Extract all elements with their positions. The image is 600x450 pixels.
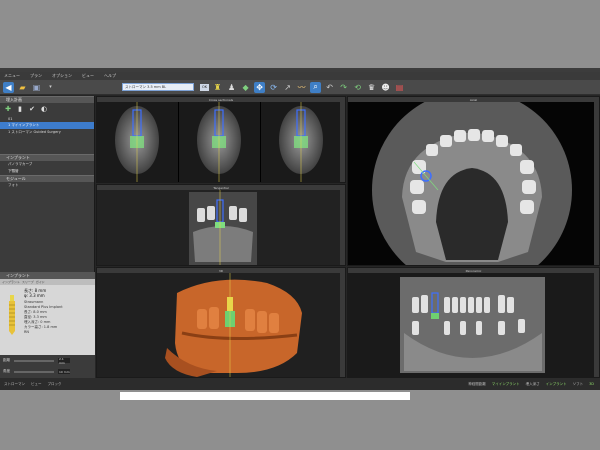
folder-icon[interactable]: ▰ [17, 82, 28, 93]
zoom-icon[interactable]: ⌕ [310, 81, 322, 93]
nerve-icon[interactable]: 〰 [296, 82, 307, 93]
tab-implant[interactable]: インプラント [2, 280, 20, 284]
implant-line-7: RN [24, 330, 30, 334]
status-right-6: 3D [589, 381, 594, 386]
abutment-icon[interactable]: ◆ [240, 82, 251, 93]
cross-section-1 [97, 102, 178, 182]
implant-line-2: Standard Plus Implant [24, 305, 63, 309]
panoramic-viewport[interactable]: Panoramic [347, 267, 600, 378]
render-scrollbar[interactable] [340, 273, 345, 377]
slider-angle-track[interactable] [14, 370, 54, 373]
dropdown-icon[interactable]: ▾ [45, 82, 56, 93]
implant-section-header[interactable]: インプラント [0, 154, 94, 161]
cross-section-scrollbar[interactable] [340, 102, 345, 182]
tab-guide[interactable]: ガイド [36, 280, 45, 284]
implant-thumbnail-icon [9, 295, 15, 335]
redo-icon[interactable]: ↷ [338, 82, 349, 93]
module-section-header[interactable]: モジュール [0, 175, 94, 182]
tangential-scrollbar[interactable] [340, 190, 345, 265]
render-image [97, 273, 342, 377]
slider-distance-track[interactable] [14, 359, 54, 362]
tab-sleeve[interactable]: スリーブ [22, 280, 34, 284]
properties-panel: インプラント インプラント スリーブ ガイド 長さ: 8 mm φ: 3.3 m… [0, 272, 95, 378]
plan-section-header[interactable]: 埋入計画 [0, 96, 94, 103]
sleeve-tool-icon[interactable]: ♟ [226, 82, 237, 93]
cross-section-3 [261, 102, 342, 182]
axial-viewport[interactable]: Axial [347, 96, 600, 266]
check-icon[interactable]: ✔ [28, 105, 36, 113]
tree-item-panorama[interactable]: パノラマカーブ [0, 161, 94, 168]
procedure-ok-button[interactable]: OK [200, 83, 210, 91]
refresh-icon[interactable]: ⟲ [352, 82, 363, 93]
cross-section-viewport[interactable]: Cross sectionals [96, 96, 346, 183]
status-right-3: 埋入深さ [525, 381, 540, 386]
status-right-5: ソフト [572, 381, 584, 386]
implant-diameter: φ: 3.3 mm [24, 293, 45, 298]
status-right-4: インプラント [545, 381, 567, 386]
move-icon[interactable]: ✥ [254, 81, 266, 93]
add-implant-icon[interactable]: ✚ [4, 105, 12, 113]
properties-body: 長さ: 8 mm φ: 3.3 mm Straumann Standard Pl… [0, 285, 95, 355]
tree-root[interactable]: 01 [0, 115, 94, 122]
person-icon[interactable]: ☻ [380, 82, 391, 93]
axial-image [348, 102, 596, 265]
tree-item-my-implant[interactable]: 1 マイインプラント [0, 122, 94, 129]
slider-angle-value[interactable]: 10 mm [58, 369, 70, 374]
status-left-1: ストローマン [4, 381, 25, 386]
slider-panel: 距離 2.1 mm 角度 10 mm [0, 355, 95, 378]
menu-item-plan[interactable]: プラン [30, 73, 42, 79]
menu-item-view[interactable]: ビュー [82, 73, 94, 79]
app-window: メニュー プラン オプション ビュー ヘルプ ◀ ▰ ▣ ▾ ストローマン 3.… [0, 68, 600, 390]
tangential-viewport[interactable]: Tangential [96, 184, 346, 266]
implant-tool-icon[interactable]: ♜ [212, 82, 223, 93]
implant-line-1: Straumann [24, 300, 44, 304]
slider-distance-label: 距離 [3, 358, 10, 362]
procedure-select-value: ストローマン 3.5 mm BL [125, 84, 167, 89]
panoramic-image [348, 273, 596, 377]
cross-section-2 [179, 102, 260, 182]
procedure-select[interactable]: ストローマン 3.5 mm BL [122, 83, 194, 91]
left-panel: 埋入計画 ✚ ▮ ✔ ◐ 01 1 マイインプラント 1 ストローマン Guid… [0, 96, 95, 378]
rotate-icon[interactable]: ⟳ [268, 82, 279, 93]
status-left-2: ビュー [31, 381, 42, 386]
status-left-3: ブロック [47, 381, 62, 386]
plan-tools: ✚ ▮ ✔ ◐ [0, 103, 94, 115]
cross-section-images [97, 102, 342, 182]
tangential-image [97, 190, 342, 265]
slider-angle: 角度 10 mm [0, 366, 95, 377]
slider-distance: 距離 2.1 mm [0, 355, 95, 366]
tooth-icon[interactable]: ♛ [366, 82, 377, 93]
status-right-1: 神経間距離 [468, 381, 486, 386]
back-arrow-icon[interactable]: ◀ [3, 81, 14, 93]
tree-item-photo[interactable]: フォト [0, 182, 94, 189]
status-bar: ストローマン ビュー ブロック 神経間距離 マイインプラント 埋入深さ インプラ… [0, 378, 600, 390]
menu-item-help[interactable]: ヘルプ [104, 73, 116, 79]
status-right-2: マイインプラント [491, 381, 520, 386]
slider-angle-label: 角度 [3, 369, 10, 373]
guide-icon[interactable]: ◐ [40, 105, 48, 113]
save-icon[interactable]: ▣ [31, 82, 42, 93]
measure-icon[interactable]: ↗ [282, 82, 293, 93]
menu-bar: メニュー プラン オプション ビュー ヘルプ [0, 72, 600, 80]
taskbar-strip [120, 392, 410, 400]
axial-scrollbar[interactable] [594, 102, 599, 265]
export-icon[interactable]: ▤ [394, 82, 405, 93]
add-sleeve-icon[interactable]: ▮ [16, 105, 24, 113]
slider-distance-value[interactable]: 2.1 mm [58, 357, 70, 365]
undo-icon[interactable]: ↶ [324, 82, 335, 93]
tree-item-guided-surgery[interactable]: 1 ストローマン Guided Surgery [0, 129, 94, 136]
panoramic-scrollbar[interactable] [594, 273, 599, 377]
tree-item-nerve[interactable]: 下顎管 [0, 168, 94, 175]
toolbar: ◀ ▰ ▣ ▾ ストローマン 3.5 mm BL OK ♜ ♟ ◆ ✥ ⟳ ↗ … [0, 80, 600, 95]
menu-item-file[interactable]: メニュー [4, 73, 20, 79]
render-viewport[interactable]: 3D [96, 267, 346, 378]
properties-header: インプラント [0, 272, 95, 279]
menu-item-options[interactable]: オプション [52, 73, 72, 79]
